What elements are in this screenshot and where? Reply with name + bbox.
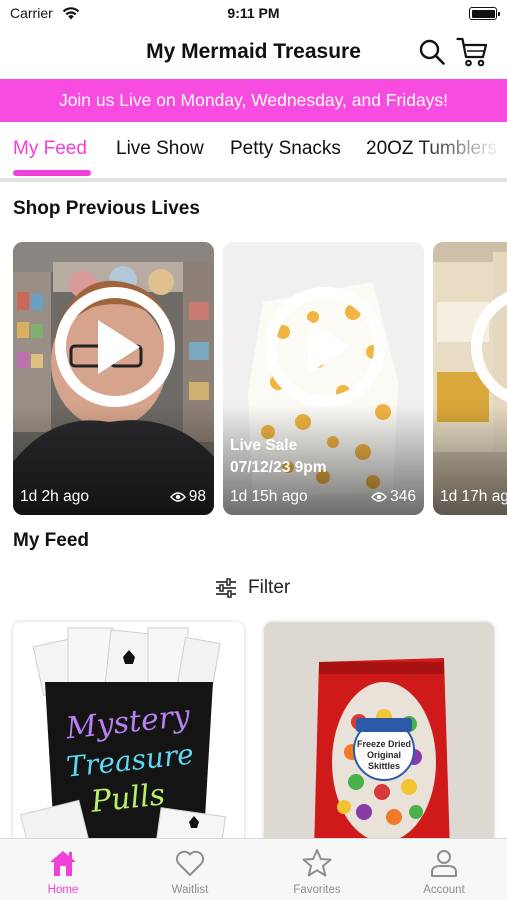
section-title-previous-lives: Shop Previous Lives <box>13 198 200 219</box>
status-bar: Carrier 9:11 PM <box>0 0 507 28</box>
battery-icon <box>469 7 500 20</box>
live-age: 1d 2h ago <box>20 488 89 505</box>
filter-button[interactable]: Filter <box>214 574 290 602</box>
person-icon <box>431 850 457 877</box>
label-art-text: Freeze Dried <box>357 739 411 749</box>
view-count: 98 <box>188 488 206 505</box>
play-icon[interactable] <box>265 287 385 407</box>
tabbar-item-favorites[interactable]: Favorites <box>254 839 380 900</box>
previous-lives-carousel[interactable]: 1d 2h ago 98 Live Sale 07/12/23 9pm 1d 1… <box>0 242 507 515</box>
nav-header: My Mermaid Treasure <box>0 28 507 78</box>
label-art-text: Original <box>367 750 401 760</box>
live-views: 98 <box>169 488 206 506</box>
active-tab-indicator <box>13 170 91 176</box>
live-sale-title: Live Sale <box>230 437 298 454</box>
tabbar-label: Home <box>47 884 79 896</box>
announcement-banner[interactable]: Join us Live on Monday, Wednesday, and F… <box>0 79 507 122</box>
live-video-card[interactable]: 1d 2h ago 98 <box>13 242 214 515</box>
category-tabs: My Feed Live Show Petty Snacks 20OZ Tumb… <box>0 122 507 178</box>
live-video-card[interactable]: 1d 17h ago <box>433 242 507 515</box>
live-sale-date: 07/12/23 9pm <box>230 459 327 476</box>
tabbar-item-account[interactable]: Account <box>381 839 507 900</box>
tab-petty-snacks[interactable]: Petty Snacks <box>230 138 341 160</box>
product-card[interactable]: Mystery Treasure Pulls <box>13 622 244 852</box>
status-time: 9:11 PM <box>227 5 280 21</box>
star-icon <box>302 849 332 877</box>
home-icon <box>50 851 76 876</box>
live-age: 1d 15h ago <box>230 488 308 505</box>
filter-sliders-icon <box>216 578 236 598</box>
live-sale-caption: Live Sale 07/12/23 9pm <box>230 435 327 479</box>
bottom-tab-bar: Home Waitlist Favorites Account <box>0 838 507 900</box>
tabbar-label: Favorites <box>293 884 341 896</box>
label-art-text: Skittles <box>368 761 400 771</box>
eye-icon <box>169 492 186 502</box>
search-icon[interactable] <box>418 38 446 66</box>
filter-label: Filter <box>248 577 291 598</box>
cart-icon[interactable] <box>456 36 488 68</box>
tabbar-label: Account <box>423 884 465 896</box>
tab-my-feed[interactable]: My Feed <box>13 138 87 160</box>
product-image: Mystery Treasure Pulls <box>13 622 244 852</box>
live-age: 1d 17h ago <box>440 488 507 505</box>
tabbar-item-waitlist[interactable]: Waitlist <box>127 839 253 900</box>
live-video-card[interactable]: Live Sale 07/12/23 9pm 1d 15h ago 346 <box>223 242 424 515</box>
heart-icon <box>175 850 205 876</box>
view-count: 346 <box>390 488 416 505</box>
tabs-fade <box>417 122 507 178</box>
play-icon[interactable] <box>55 287 175 407</box>
product-image: Freeze Dried Original Skittles <box>264 622 494 852</box>
tabbar-item-home[interactable]: Home <box>0 839 126 900</box>
live-views: 346 <box>371 488 416 506</box>
eye-icon <box>371 492 388 502</box>
tab-live-show[interactable]: Live Show <box>116 138 204 160</box>
divider <box>0 178 507 182</box>
product-card[interactable]: Freeze Dried Original Skittles <box>264 622 494 852</box>
tabbar-label: Waitlist <box>171 884 209 896</box>
section-title-my-feed: My Feed <box>13 530 90 551</box>
